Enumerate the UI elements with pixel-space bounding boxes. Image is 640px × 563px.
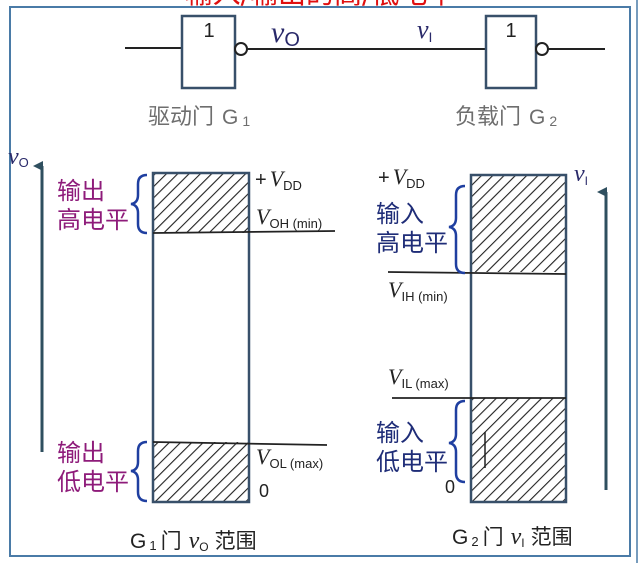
- right-vdd-label: + VDD: [378, 164, 425, 191]
- left-vol-label: VOL (max): [256, 444, 323, 471]
- left-voh-label: VOH (min): [256, 204, 322, 231]
- right-high-label-line1: 输入: [376, 200, 424, 228]
- right-caption: G 2 门 vI 范围: [452, 524, 573, 550]
- left-high-label-line1: 输出: [57, 177, 105, 205]
- left-low-label-line2: 低电平: [57, 468, 129, 496]
- left-high-label-line2: 高电平: [57, 206, 129, 234]
- right-high-label-line2: 高电平: [376, 229, 448, 257]
- noise-margin-diagram: 输入/输出的高/低电平 1 1 vO vI 驱动门G1 负载门G2 vO: [8, 0, 638, 563]
- right-zero-label: 0: [445, 477, 455, 497]
- right-vih-line: [387, 271, 567, 275]
- right-high-brace: [448, 184, 466, 275]
- left-output-low-region: [153, 442, 249, 502]
- load-gate-symbol: 1: [505, 20, 516, 42]
- right-low-brace: [448, 399, 466, 484]
- signal-in-label: vI: [417, 15, 432, 45]
- left-high-brace: [130, 173, 148, 235]
- left-axis-label: vO: [8, 144, 29, 170]
- top-title: 输入/输出的高/低电平: [185, 0, 456, 10]
- right-low-label-line1: 输入: [376, 419, 424, 447]
- load-inverter-bubble: [535, 42, 549, 56]
- load-gate-caption: 负载门 G 2: [455, 105, 557, 130]
- signal-out-label: vO: [271, 16, 300, 51]
- left-low-brace: [130, 440, 148, 503]
- right-low-label-line2: 低电平: [376, 448, 448, 476]
- driver-inverter-bubble: [234, 42, 248, 56]
- driver-gate-caption: 驱动门 G 1: [148, 105, 250, 130]
- right-input-high-region: [471, 175, 566, 272]
- left-low-label-line1: 输出: [57, 439, 105, 467]
- left-caption: G 1 门 vO 范围: [130, 528, 257, 554]
- left-zero-label: 0: [259, 481, 269, 501]
- right-axis-label: vI: [574, 161, 588, 188]
- right-panel: + VDD vI VIH (min) VIL (max) 0 输入 高电平 输入 …: [376, 161, 608, 550]
- left-vdd-label: + VDD: [255, 166, 302, 193]
- diagram-stage: 输入/输出的高/低电平 1 1 vO vI 驱动门G1 负载门G2 vO: [0, 0, 640, 563]
- left-panel: vO + VDD VOH (min) VOL (max) 0 输出 高电平 输出 …: [8, 144, 336, 554]
- right-vil-label: VIL (max): [388, 364, 449, 391]
- left-output-high-region: [153, 173, 249, 233]
- gate-chain: 1 1 vO vI 驱动门 G 1 负载门 G 2: [125, 14, 605, 130]
- driver-gate-symbol: 1: [203, 20, 214, 42]
- right-vih-label: VIH (min): [388, 277, 448, 304]
